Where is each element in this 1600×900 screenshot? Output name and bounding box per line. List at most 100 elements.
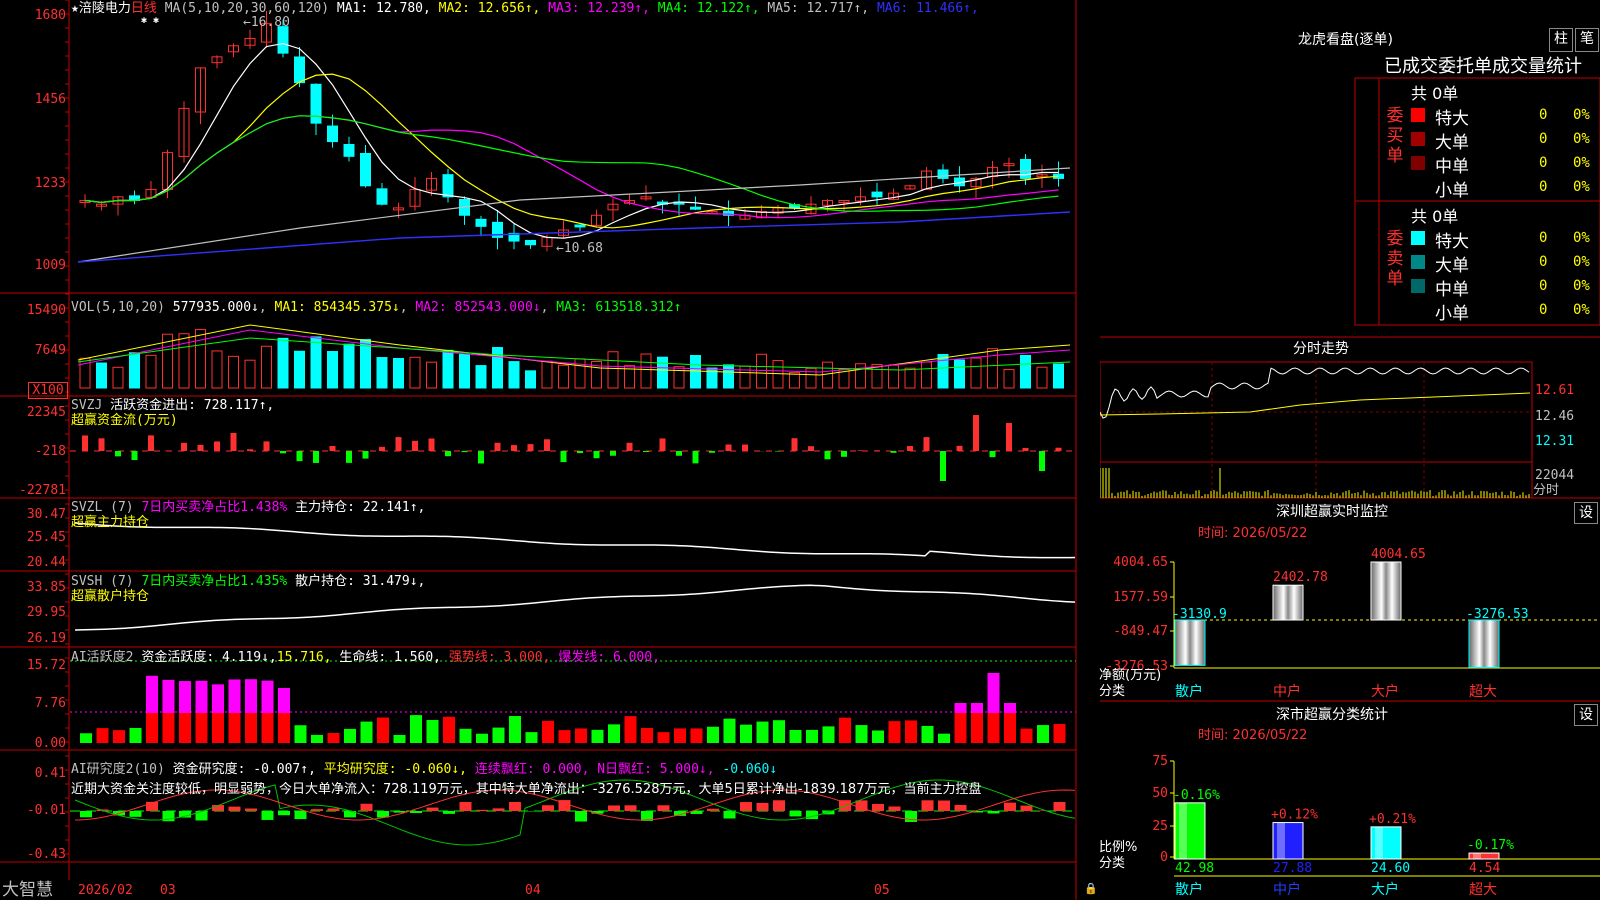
- sz-class-settings-button[interactable]: 设: [1574, 704, 1598, 726]
- volume-bar: [343, 343, 355, 389]
- ai2-bar: [657, 805, 670, 811]
- ai2-bar: [723, 811, 736, 819]
- buy-side-label: 委买单: [1386, 106, 1404, 166]
- svzj-bar: [874, 450, 880, 451]
- svzj-bar: [1039, 451, 1045, 471]
- ai1-bar: [311, 734, 323, 743]
- ai1-bar-top: [179, 681, 191, 713]
- svzj-bar: [824, 451, 831, 460]
- sz-class-ylabel: 比例%: [1099, 840, 1138, 855]
- svzj-bar: [115, 451, 121, 457]
- svzj-bar: [791, 438, 798, 451]
- sz-class-category: 超大: [1469, 882, 1497, 898]
- date-label-2: 03: [160, 883, 176, 898]
- ma-value-5: MA5: 12.717↑,: [767, 1, 877, 16]
- svzj-bar: [280, 451, 286, 454]
- ma1-line: [84, 42, 1059, 239]
- candle: [376, 188, 388, 205]
- ai2-bar: [987, 811, 1000, 814]
- svzj-bar: [313, 451, 319, 463]
- vol-unit-button[interactable]: X100: [28, 382, 68, 399]
- bar-view-button[interactable]: 柱: [1549, 28, 1573, 52]
- ai1-bar: [624, 716, 637, 743]
- tab-done[interactable]: 已成交: [1384, 56, 1438, 77]
- sz-monitor-bar: [1272, 584, 1304, 621]
- volume-bar: [310, 336, 322, 389]
- ai2-bar: [129, 811, 142, 817]
- intraday-price-3: 12.31: [1535, 434, 1575, 449]
- volume-bar: [475, 365, 487, 389]
- svzj-bar: [626, 442, 633, 451]
- ai2-bar: [542, 805, 554, 811]
- brand-logo[interactable]: 大智慧: [2, 880, 53, 900]
- tab-volume-stats[interactable]: 成交量统计: [1492, 56, 1582, 77]
- sell-row-value: 0: [1539, 302, 1548, 318]
- sz-class-category: 中户: [1273, 881, 1301, 898]
- svzj-text: 活跃资金进出: 728.117↑,: [110, 398, 275, 413]
- volume-bar: [145, 354, 157, 389]
- svzl-axis-mid: 25.45: [26, 530, 66, 545]
- ai1-bar: [690, 728, 703, 743]
- svzj-bar: [1006, 423, 1012, 451]
- ai1-bar-top: [212, 684, 224, 713]
- tab-orders[interactable]: 委托单: [1438, 56, 1492, 77]
- ai2-bar: [278, 811, 290, 816]
- sz-class-bar-shine: [1473, 853, 1481, 859]
- svzj-bar: [461, 451, 468, 453]
- ai1-bar-top: [228, 679, 241, 713]
- price-axis-4: 1009: [34, 258, 66, 273]
- volume-bar: [525, 370, 536, 389]
- tick-view-button[interactable]: 笔: [1575, 28, 1599, 52]
- buy-row-value: 0: [1539, 107, 1548, 123]
- svsh-axis-top: 33.85: [26, 580, 66, 595]
- volume-bar: [112, 366, 124, 389]
- main-chart-area[interactable]: ★涪陵电力日线 MA(5,10,20,30,60,120) MA1: 12.78…: [0, 0, 1100, 900]
- svzl-text: 主力持仓: 22.141↑,: [295, 500, 426, 515]
- sz-class-bar-shine: [1375, 826, 1383, 859]
- ai2-bar: [410, 811, 422, 813]
- sell-row-percent: 0%: [1573, 230, 1590, 246]
- ma-value-2: MA2: 12.656↑,: [438, 1, 549, 16]
- sz-monitor-category: 中户: [1273, 683, 1301, 700]
- price-axis-3: 1233: [34, 176, 66, 191]
- svzl-header: SVZL (7) 7日内买卖净占比1.438% 主力持仓: 22.141↑,: [71, 500, 425, 515]
- ai1-bar-top: [245, 679, 257, 713]
- ai1-bar: [987, 713, 1000, 743]
- low-price-mark: ←10.68: [556, 241, 603, 256]
- ai2-e: -0.060↓: [722, 762, 778, 777]
- svzj-bar: [148, 435, 154, 451]
- lock-icon[interactable]: 🔒: [1084, 881, 1098, 896]
- ai1-bar: [146, 713, 158, 743]
- date-label-4: 05: [874, 883, 890, 898]
- candle: [1020, 158, 1031, 179]
- ai1-bar: [228, 713, 241, 743]
- ai1-bar: [195, 713, 208, 743]
- svzj-bar: [445, 451, 451, 457]
- ai2-axis-mid: -0.01: [26, 803, 66, 818]
- buy-row-name: 小单: [1435, 181, 1469, 201]
- svzj-bar: [973, 415, 979, 451]
- svzj-bar: [395, 437, 402, 451]
- ai2-bar: [311, 809, 323, 811]
- ai1-bar: [344, 728, 356, 743]
- volume-bar: [244, 359, 256, 389]
- favorite-star-icon[interactable]: ★: [71, 1, 79, 16]
- ai1-bar: [129, 727, 142, 743]
- sell-row-name: 中单: [1435, 280, 1469, 300]
- sz-monitor-time: 时间: 2026/05/22: [1198, 526, 1308, 541]
- sz-monitor-bar: [1468, 619, 1500, 668]
- ai1-bar: [492, 727, 505, 743]
- vol-label: VOL(5,10,20): [71, 300, 165, 315]
- volume-bar: [211, 350, 223, 389]
- ai2-a: 资金研究度: -0.007↑,: [172, 762, 316, 777]
- ai1-bar: [360, 721, 373, 743]
- sell-row-percent: 0%: [1573, 278, 1590, 294]
- ai2-bar: [888, 806, 901, 811]
- intraday-price-2: 12.46: [1535, 409, 1575, 424]
- sz-monitor-settings-button[interactable]: 设: [1574, 502, 1598, 524]
- svzj-bar: [494, 442, 501, 451]
- volume-bar: [228, 355, 239, 389]
- ai1-axis-bot: 0.00: [34, 736, 66, 751]
- svzj-bar: [956, 445, 963, 451]
- sz-class-time: 时间: 2026/05/22: [1198, 728, 1308, 743]
